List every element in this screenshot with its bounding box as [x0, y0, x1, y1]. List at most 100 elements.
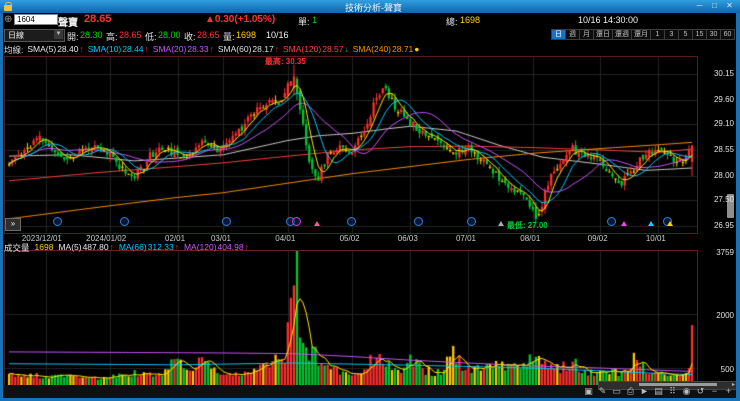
price-axis-label: 26.95 — [713, 220, 734, 230]
sma60-value: 28.17 — [252, 44, 274, 54]
status-bar: ▸ ▣ ✎ ▭ ⎙ ► ▤ ⠿ ◉ ↺ − + — [0, 381, 740, 398]
peak-price-label: 最高: 30.35 — [264, 57, 306, 66]
event-marker-triangle[interactable] — [666, 221, 673, 226]
sma120-trend-arrow-icon: ↓ — [344, 44, 349, 54]
vol-ma120-legend: MA(120) 404.98 ↑ — [184, 242, 249, 254]
print-icon[interactable]: ⎙ — [625, 386, 636, 397]
stock-name: 聲寶 — [58, 18, 78, 29]
event-marker-triangle[interactable] — [498, 221, 505, 226]
price-axis-label: 28.55 — [713, 144, 734, 154]
period-button-adjusted-week[interactable]: 還週 — [613, 29, 632, 40]
date-axis-label: 05/02 — [339, 234, 360, 243]
vol-ma66-legend: MA(66) 312.33 ↑ — [119, 242, 179, 254]
sma10-value: 28.44 — [122, 44, 144, 54]
zoom-out-icon[interactable]: − — [709, 386, 720, 397]
ohlc-date: 10/16 — [266, 30, 289, 40]
period-button-adjusted-month[interactable]: 還月 — [632, 29, 651, 40]
window-border-right — [736, 13, 740, 401]
price-axis-label: 30.15 — [713, 69, 734, 79]
annotate-icon[interactable]: ✎ — [597, 386, 608, 397]
sma-legend: 均線: SMA(5) 28.40 ↑ SMA(10) 28.44 ↑ SMA(2… — [0, 42, 740, 56]
date-axis-label: 08/01 — [520, 234, 541, 243]
stock-code-input[interactable] — [14, 14, 58, 25]
add-symbol-icon[interactable]: ⊕ — [4, 14, 12, 25]
vol-ma120-value: 404.98 — [217, 242, 244, 252]
sma20-legend: SMA(20) 28.33 ↑ — [153, 44, 214, 56]
ohlc-toolbar: 日線 ▼ 開: 28.30 高: 28.65 低: 28.00 收: 28.65… — [0, 28, 740, 42]
maximize-button[interactable]: □ — [708, 1, 721, 12]
eye-icon[interactable]: ◉ — [681, 386, 692, 397]
date-axis-label: 07/01 — [455, 234, 476, 243]
sma10-legend: SMA(10) 28.44 ↑ — [88, 44, 149, 56]
period-button-60min[interactable]: 60 — [721, 29, 735, 40]
period-button-1min[interactable]: 1 — [651, 29, 665, 40]
status-icon-toolbar: ▣ ✎ ▭ ⎙ ► ▤ ⠿ ◉ ↺ − + — [583, 386, 734, 397]
sma20-trend-arrow-icon: ↑ — [209, 44, 214, 54]
technical-analysis-window: 技術分析-聲寶 ─ □ ✕ ⊕ 聲寶 28.65 ▲0.30(+1.05%) 單… — [0, 0, 740, 401]
high-value: 28.65 — [119, 30, 142, 40]
sma120-legend: SMA(120) 28.57 ↓ — [283, 44, 349, 56]
date-axis-label: 04/01 — [275, 234, 296, 243]
sma240-legend: SMA(240) 28.71 ● — [353, 44, 420, 56]
expand-button[interactable]: » — [5, 218, 21, 231]
sma240-label: SMA(240) — [352, 44, 392, 54]
refresh-icon[interactable]: ↺ — [695, 386, 706, 397]
period-button-5min[interactable]: 5 — [679, 29, 693, 40]
event-marker-circle-magenta[interactable] — [291, 217, 301, 226]
low-price-label: 最低: 27.00 — [506, 221, 548, 230]
sma60-label: SMA(60) — [217, 44, 252, 54]
title-bar[interactable]: 技術分析-聲寶 ─ □ ✕ — [0, 0, 740, 13]
period-button-group: 日 週 月 還日 還週 還月 1 3 5 15 30 60 — [551, 29, 735, 40]
volume-title: 成交量 — [4, 243, 30, 253]
event-marker-triangle[interactable] — [620, 221, 627, 226]
low-value: 28.00 — [158, 30, 181, 40]
period-button-week[interactable]: 週 — [566, 29, 580, 40]
date-axis-label: 06/03 — [397, 234, 418, 243]
vol-ma5-label: MA(5) — [58, 242, 82, 252]
price-axis-label: 29.10 — [713, 118, 734, 128]
save-icon[interactable]: ▣ — [583, 386, 594, 397]
sma10-label: SMA(10) — [87, 44, 122, 54]
period-button-15min[interactable]: 15 — [693, 29, 707, 40]
event-marker-circle[interactable] — [466, 217, 476, 226]
volume-axis-label: 500 — [720, 365, 734, 375]
vol-ma120-trend-arrow-icon: ↑ — [244, 242, 249, 252]
quote-header: ⊕ 聲寶 28.65 ▲0.30(+1.05%) 單: 1 總: 1698 10… — [0, 13, 740, 29]
chevron-down-icon: ▼ — [54, 30, 63, 39]
cursor-icon[interactable]: ► — [639, 386, 650, 397]
period-button-3min[interactable]: 3 — [665, 29, 679, 40]
volume-chart-canvas[interactable] — [4, 250, 698, 387]
price-axis-label: 29.60 — [713, 95, 734, 105]
zoom-in-icon[interactable]: + — [723, 386, 734, 397]
price-chart-canvas[interactable] — [4, 56, 698, 234]
period-button-adjusted-day[interactable]: 還日 — [594, 29, 613, 40]
minimize-button[interactable]: ─ — [693, 1, 706, 12]
vol-ma120-label: MA(120) — [183, 242, 217, 252]
event-marker-triangle[interactable] — [314, 221, 321, 226]
sma60-trend-arrow-icon: ↑ — [274, 44, 279, 54]
event-marker-circle[interactable] — [221, 217, 231, 226]
sma240-trend-dot-icon: ● — [414, 44, 420, 54]
vol-ma66-label: MA(66) — [118, 242, 147, 252]
notebook-icon[interactable]: ▤ — [653, 386, 664, 397]
period-button-30min[interactable]: 30 — [707, 29, 721, 40]
sma240-value: 28.71 — [392, 44, 414, 54]
period-button-month[interactable]: 月 — [580, 29, 594, 40]
price-axis-label: 27.50 — [713, 194, 734, 204]
close-button[interactable]: ✕ — [723, 1, 736, 12]
sma60-legend: SMA(60) 28.17 ↑ — [218, 44, 279, 56]
period-select[interactable]: 日線 ▼ — [4, 29, 65, 42]
vol-ma5-legend: MA(5) 487.80 ↑ — [58, 242, 113, 254]
volume-axis-label: 3759 — [716, 248, 734, 257]
period-button-day[interactable]: 日 — [551, 29, 566, 40]
total-volume-value: 1698 — [460, 15, 481, 25]
sma120-value: 28.57 — [322, 44, 344, 54]
close-value: 28.65 — [197, 30, 220, 40]
monitor-icon[interactable]: ▭ — [611, 386, 622, 397]
last-price: 28.65 — [84, 13, 112, 25]
sma20-value: 28.33 — [187, 44, 209, 54]
pattern-icon[interactable]: ⠿ — [667, 386, 678, 397]
vol-ma66-value: 312.33 — [147, 242, 174, 252]
sma10-trend-arrow-icon: ↑ — [144, 44, 149, 54]
event-marker-triangle[interactable] — [648, 221, 655, 226]
